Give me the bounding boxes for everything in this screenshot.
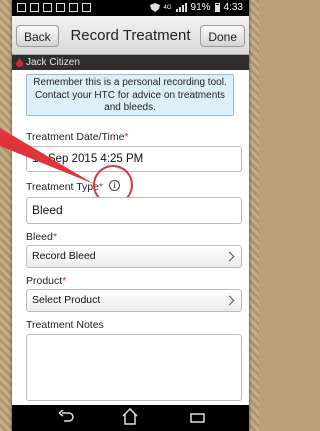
system-nav-bar (12, 405, 249, 431)
notification-icons (17, 3, 91, 12)
patient-bar: Jack Citizen (12, 55, 249, 70)
chevron-right-icon (224, 295, 235, 306)
phone-screen: 4G 91% 4:33 Back Record Treatment Done J… (12, 0, 249, 431)
advice-notice: Remember this is a personal recording to… (26, 74, 234, 116)
bleed-select[interactable]: Record Bleed (26, 245, 242, 268)
treatment-type-field[interactable]: Bleed (26, 197, 242, 224)
notification-icon (43, 3, 52, 12)
network-label: 4G (163, 4, 172, 11)
status-bar: 4G 91% 4:33 (12, 0, 249, 16)
product-label: Product* (26, 275, 66, 287)
done-button[interactable]: Done (200, 25, 245, 47)
product-select[interactable]: Select Product (26, 289, 242, 312)
chevron-right-icon (224, 251, 235, 262)
clock: 4:33 (223, 2, 243, 13)
battery-percent: 91% (190, 2, 211, 13)
required-mark: * (62, 275, 67, 287)
background-left (0, 0, 12, 431)
page-title: Record Treatment (70, 27, 191, 44)
back-button[interactable]: Back (16, 25, 59, 47)
type-label: Treatment Type* (26, 181, 103, 193)
nav-bar: Back Record Treatment Done (12, 16, 249, 55)
bleed-label-text: Bleed (26, 231, 53, 243)
shield-icon (149, 3, 160, 12)
required-mark: * (52, 231, 57, 243)
date-field[interactable]: 15 Sep 2015 4:25 PM (26, 146, 242, 172)
notification-icon (82, 3, 91, 12)
back-arrow-icon[interactable] (58, 410, 74, 424)
bleed-select-value: Record Bleed (32, 250, 96, 262)
notes-label: Treatment Notes (26, 319, 104, 331)
bleed-label: Bleed* (26, 231, 57, 243)
notes-textarea[interactable] (26, 334, 242, 401)
product-select-value: Select Product (32, 294, 101, 306)
notification-icon (30, 3, 39, 12)
home-icon[interactable] (121, 408, 139, 425)
battery-icon (214, 3, 220, 12)
required-mark: * (124, 131, 129, 143)
patient-name: Jack Citizen (26, 57, 80, 68)
type-label-text: Treatment Type (26, 181, 99, 193)
notification-icon (69, 3, 78, 12)
notification-icon (56, 3, 65, 12)
signal-icon (175, 3, 187, 12)
notification-icon (17, 3, 26, 12)
recent-apps-icon[interactable] (190, 413, 205, 423)
date-label-text: Treatment Date/Time (26, 131, 125, 143)
product-label-text: Product (26, 275, 63, 287)
background-right (249, 0, 259, 431)
blood-drop-icon (16, 58, 23, 67)
date-label: Treatment Date/Time* (26, 131, 129, 143)
